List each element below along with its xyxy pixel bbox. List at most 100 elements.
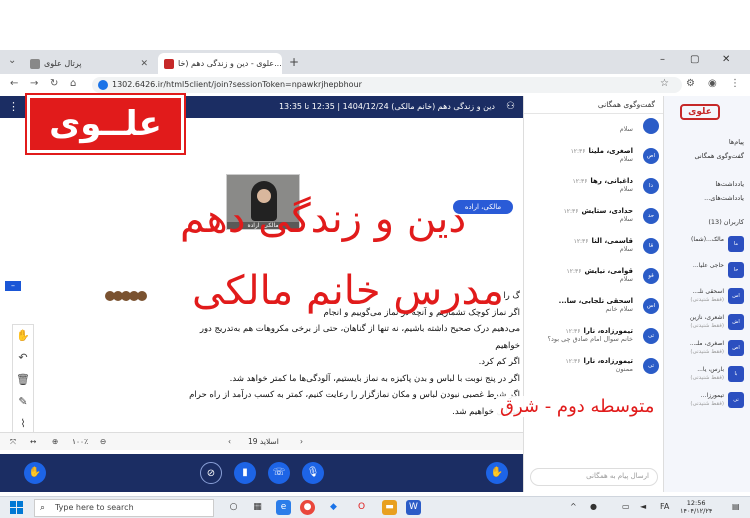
options-menu-icon[interactable]: ⋮ [8,100,19,113]
volume-icon[interactable]: ◄ [640,502,646,511]
browser-tab-class[interactable]: علوی - دین و زندگی دهم (خا... ✕ [158,53,282,74]
zoom-in-icon[interactable]: ⊕ [52,437,58,446]
home-icon[interactable]: ⌂ [70,78,76,89]
extensions-icon[interactable]: ⚙ [686,78,695,89]
user-list-item[interactable]: حا حاجی علیا... [672,260,744,282]
chat-message: اس اسحقی نلجابی، سا... سلام خانم [524,294,663,324]
taskbar-search[interactable]: ⌕ Type here to search [34,499,214,517]
chat-text: ممنون [615,365,633,373]
public-chat-item[interactable]: گفت‌وگوی همگانی [695,152,745,160]
address-bar[interactable]: 1302.6426.ir/html5client/join?sessionTok… [92,77,682,93]
user-list-item[interactable]: تی تیمورزا... (فقط شنیدنی) [672,390,744,412]
browser-tab-strip: ⌄ پرتال علوی ✕ علوی - دین و زندگی دهم (خ… [0,50,750,74]
shared-notes-item[interactable]: یادداشت‌های... [704,194,744,202]
opera-icon[interactable]: O [354,500,369,515]
chat-avatar [643,118,659,134]
chat-avatar: اس [643,298,659,314]
chat-sender: تیمورزاده، نارا۱۲:۳۶ [565,357,633,365]
user-list-item[interactable]: اش اشعری، نازین (فقط شنیدنی) [672,312,744,334]
user-list-item[interactable]: ما مالک...(شما) [672,234,744,256]
share-screen-button[interactable]: ⊘ [200,462,222,484]
user-name: بارس، یا... [697,366,724,373]
close-tab-icon[interactable]: ✕ [140,59,148,69]
prev-slide-icon[interactable]: ‹ [228,437,231,446]
slide-pager: ⤧ ↔ ⊕ ۱۰۰٪ ⊖ ‹ اسلاید 19 › [0,432,523,450]
grade-overlay: متوسطه دوم - شرق [496,396,659,417]
users-section-title: کاربران (13) [708,218,744,226]
chat-message: سلام [524,114,663,144]
alavi-brand-badge: علــوی [25,93,186,155]
leave-audio-button[interactable]: ☏ [268,462,290,484]
new-tab-button[interactable]: + [287,55,301,69]
taskbar-clock[interactable]: 12:56 ۱۴۰۴/۱۲/۲۴ [680,499,712,515]
collapse-tab[interactable]: – [5,281,21,291]
user-avatar: اص [728,340,744,356]
delete-icon[interactable]: 🗑 [13,369,33,391]
minimize-button[interactable]: – [660,54,665,65]
messages-section-title: پیام‌ها [728,138,744,146]
user-name: اسحقی نلـ... [692,288,724,295]
windows-start-icon[interactable] [10,501,24,515]
chat-sender: اسحقی نلجابی، سا... [558,297,633,305]
chat-message: قا قاسمی، النا۱۲:۳۶ سلام [524,234,663,264]
next-slide-icon[interactable]: › [300,437,303,446]
fit-width-icon[interactable]: ↔ [30,437,36,446]
bookmark-star-icon[interactable]: ☆ [660,78,669,89]
actions-button[interactable]: ✋ [24,462,46,484]
slide-selector[interactable]: اسلاید 19 [248,437,279,446]
browser-tab-portal[interactable]: پرتال علوی ✕ [24,53,154,74]
alavi-logo: علوی [680,104,720,120]
chat-avatar: تی [643,358,659,374]
notes-section-title: یادداشت‌ها [715,180,744,188]
language-indicator[interactable]: FA [660,502,669,511]
tray-chevron-icon[interactable]: ^ [570,502,577,511]
maps-icon[interactable]: ◆ [326,500,341,515]
chrome-icon[interactable]: ● [300,500,315,515]
clock-time: 12:56 [686,499,706,507]
profile-icon[interactable]: ◉ [708,78,717,89]
undo-icon[interactable]: ↶ [13,347,33,369]
widgets-icon[interactable]: ▦ [250,500,265,515]
chat-avatar: دا [643,178,659,194]
forward-icon[interactable]: → [30,78,38,89]
user-name: اشعری، نازین [689,314,724,321]
pencil-tool-icon[interactable]: ✎ [13,391,33,413]
search-placeholder: Type here to search [55,503,134,512]
chat-text: سلام خانم [605,305,633,313]
user-list-item[interactable]: اص اصغری، ملـ... (فقط شنیدنی) [672,338,744,360]
chat-message: اص اصغری، ملینا۱۲:۳۶ سلام [524,144,663,174]
reload-icon[interactable]: ↻ [50,78,58,89]
task-view-icon[interactable]: ○ [226,500,241,515]
chat-message: تی تیمورزاده، نارا۱۲:۳۶ خانم سوال امام ص… [524,324,663,354]
maximize-button[interactable]: ▢ [690,54,699,65]
user-list-item[interactable]: با بارس، یا... (فقط شنیدنی) [672,364,744,386]
browser-menu-icon[interactable]: ⋮ [730,78,740,89]
chat-avatar: قا [643,238,659,254]
mic-button[interactable]: 🎙 [302,462,324,484]
chat-text: سلام [619,275,633,283]
network-icon[interactable]: ▭ [622,502,630,511]
back-icon[interactable]: ← [10,78,18,89]
clock-date: ۱۴۰۴/۱۲/۲۴ [680,507,713,515]
chat-message: حد حدادی، ستایش۱۲:۳۶ سلام [524,204,663,234]
site-info-icon[interactable] [98,80,108,90]
fit-screen-icon[interactable]: ⤧ [10,437,16,447]
user-name: حاجی علیا... [692,262,724,269]
raise-hand-button[interactable]: ✋ [486,462,508,484]
chat-input[interactable]: ارسال پیام به همگانی [530,468,658,486]
close-window-button[interactable]: ✕ [722,54,730,65]
edge-icon[interactable]: e [276,500,291,515]
tray-app-icon[interactable]: ● [590,502,597,511]
chat-sender: تیمورزاده، نارا۱۲:۳۶ [565,327,633,335]
zoom-out-icon[interactable]: ⊖ [100,437,106,446]
file-explorer-icon[interactable]: ▬ [382,500,397,515]
chat-avatar: تی [643,328,659,344]
users-toggle-icon[interactable]: ⚇ [506,101,515,112]
chat-avatar: اص [643,148,659,164]
word-icon[interactable]: W [406,500,421,515]
user-list-item[interactable]: اس اسحقی نلـ... (فقط شنیدنی) [672,286,744,308]
camera-button[interactable]: ▮ [234,462,256,484]
tab-search-icon[interactable]: ⌄ [8,55,16,66]
hand-tool-icon[interactable]: ✋ [13,325,33,347]
notifications-icon[interactable]: ▤ [732,502,740,511]
